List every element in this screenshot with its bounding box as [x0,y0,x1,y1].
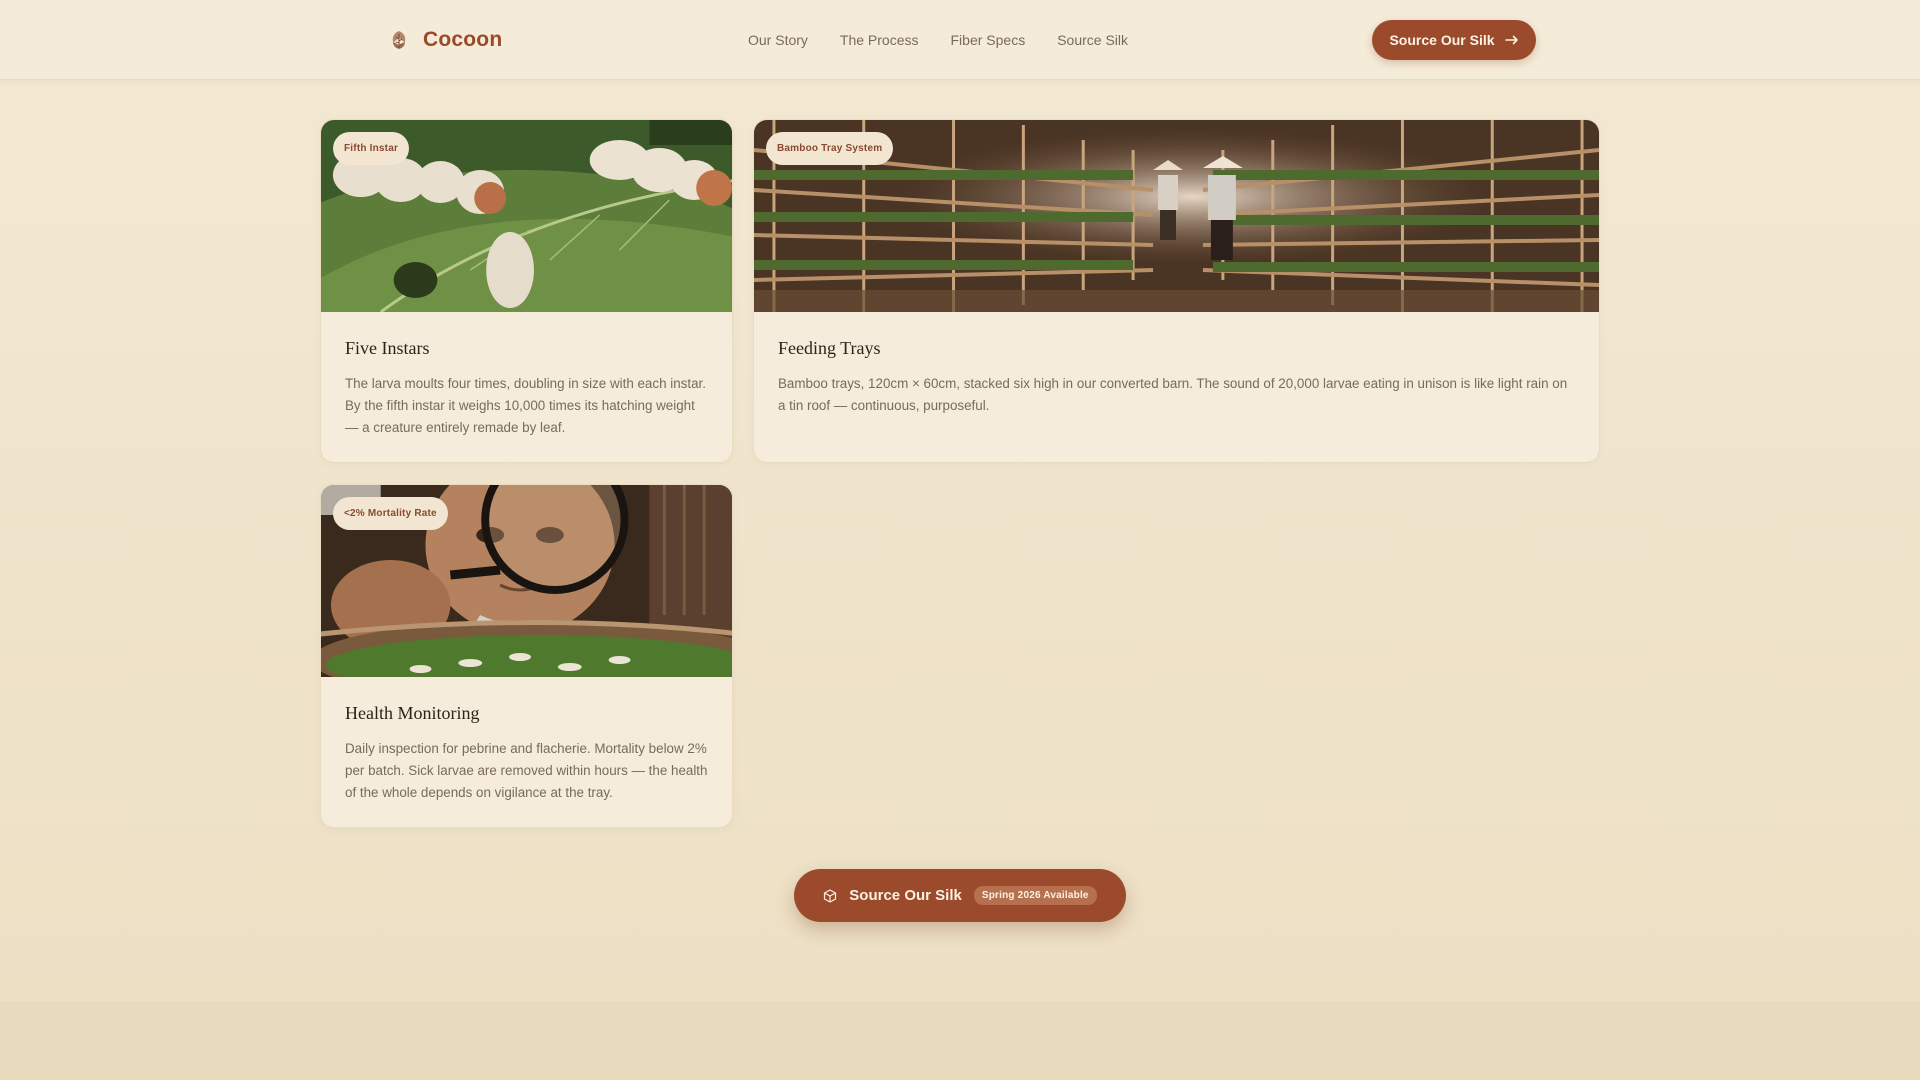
card-badge: Fifth Instar [333,132,410,165]
bottom-cta-label: Source Our Silk [849,887,962,904]
nav-source-silk[interactable]: Source Silk [1057,28,1128,52]
card-title: Feeding Trays [778,338,881,358]
card-image-inspection: <2% Mortality Rate [321,485,732,677]
site-header: Cocoon Our Story The Process Fiber Specs… [0,0,1920,80]
leaf-icon [392,31,406,49]
footer-band [0,1001,1920,1080]
cube-icon [824,888,837,903]
card-image-bamboo-trays: Bamboo Tray System [754,120,1599,312]
card-body: Five Instars The larva moults four times… [321,312,732,462]
header-cta-label: Source Our Silk [1389,32,1495,48]
brand[interactable]: Cocoon [387,24,502,56]
card-feeding-trays[interactable]: Bamboo Tray System Feeding Trays Bamboo … [753,119,1600,463]
card-badge: <2% Mortality Rate [333,497,448,530]
card-title: Five Instars [345,338,430,358]
availability-badge: Spring 2026 Available [973,886,1097,905]
main-nav: Our Story The Process Fiber Specs Source… [748,28,1128,52]
card-text: Bamboo trays, 120cm × 60cm, stacked six … [778,376,1568,413]
card-text: Daily inspection for pebrine and flacher… [345,741,708,800]
card-body: Feeding Trays Bamboo trays, 120cm × 60cm… [754,312,1599,441]
arrow-right-icon [1504,35,1518,45]
card-five-instars[interactable]: Fifth Instar Five Instars The larva moul… [320,119,733,463]
nav-our-story[interactable]: Our Story [748,28,808,52]
nav-fiber-specs[interactable]: Fiber Specs [951,28,1026,52]
brand-name: Cocoon [423,28,503,51]
card-body: Health Monitoring Daily inspection for p… [321,677,732,827]
nav-the-process[interactable]: The Process [840,28,919,52]
header-source-silk-button[interactable]: Source Our Silk [1372,20,1536,60]
card-text: The larva moults four times, doubling in… [345,376,706,435]
card-health-monitoring[interactable]: <2% Mortality Rate Health Monitoring Dai… [320,484,733,828]
card-image-silkworms: Fifth Instar [321,120,732,312]
card-title: Health Monitoring [345,703,480,723]
bottom-source-silk-button[interactable]: Source Our Silk Spring 2026 Available [794,869,1126,922]
card-badge: Bamboo Tray System [766,132,894,165]
